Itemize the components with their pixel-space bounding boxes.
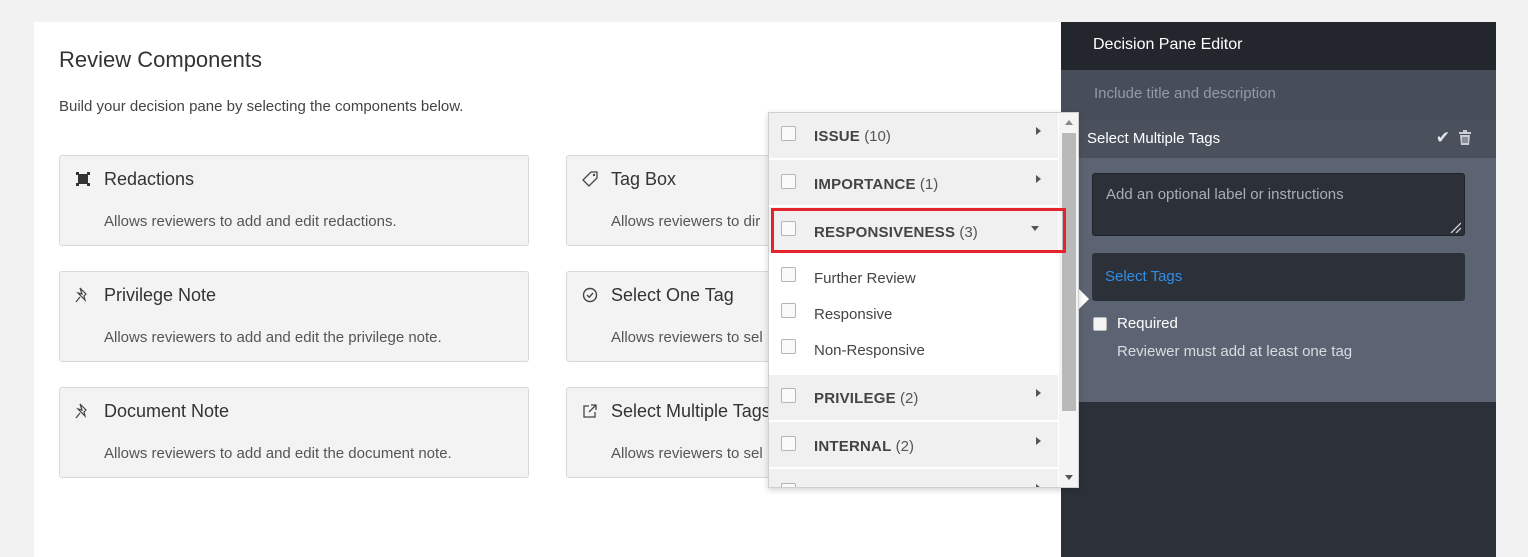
tag-category-privilege[interactable]: PRIVILEGE (2) — [769, 375, 1058, 421]
expand-arrow-icon[interactable] — [1036, 175, 1041, 183]
redaction-icon — [74, 170, 92, 188]
component-description: Allows reviewers to add and edit redacti… — [104, 213, 397, 230]
select-tags-label: Select Tags — [1105, 268, 1183, 285]
page-description: Build your decision pane by selecting th… — [59, 98, 464, 115]
tag-dropdown: ISSUE (10) IMPORTANCE (1) RESPONSIVENESS… — [768, 112, 1079, 488]
component-description: Allows reviewers to sel — [611, 329, 763, 346]
tag-option-further-review[interactable]: Further Review — [769, 261, 1058, 297]
check-circle-icon — [581, 286, 599, 304]
component-card-privilege-note[interactable]: Privilege Note Allows reviewers to add a… — [59, 271, 529, 362]
component-description: Allows reviewers to dir — [611, 213, 761, 230]
checkbox[interactable] — [781, 303, 796, 318]
external-link-icon — [581, 402, 599, 420]
tag-category-label: IMPORTANCE (1) — [814, 176, 939, 193]
expand-arrow-icon[interactable] — [1036, 389, 1041, 397]
tag-option-responsive[interactable]: Responsive — [769, 297, 1058, 333]
dropdown-scrollbar[interactable] — [1059, 113, 1078, 487]
tag-list: ISSUE (10) IMPORTANCE (1) RESPONSIVENESS… — [769, 113, 1058, 487]
editor-header: Decision Pane Editor — [1061, 22, 1496, 70]
component-title: Privilege Note — [104, 285, 217, 305]
tag-option-label: Responsive — [814, 306, 893, 323]
trash-icon[interactable] — [1458, 130, 1472, 146]
checkbox[interactable] — [781, 126, 796, 141]
expand-arrow-icon[interactable] — [1036, 437, 1041, 445]
component-title: Tag Box — [611, 169, 677, 189]
component-card-document-note[interactable]: Document Note Allows reviewers to add an… — [59, 387, 529, 478]
component-title: Select One Tag — [611, 285, 734, 305]
required-hint: Reviewer must add at least one tag — [1117, 343, 1353, 360]
checkbox[interactable] — [781, 388, 796, 403]
required-label: Required — [1117, 315, 1178, 332]
include-title-placeholder: Include title and description — [1094, 85, 1276, 102]
component-title: Redactions — [104, 169, 195, 189]
component-title: Document Note — [104, 401, 230, 421]
checkbox[interactable] — [781, 339, 796, 354]
tag-icon — [581, 170, 599, 188]
label-instructions-placeholder: Add an optional label or instructions — [1106, 186, 1344, 203]
pin-icon — [74, 402, 92, 420]
expand-arrow-icon[interactable] — [1036, 484, 1041, 487]
decision-pane-editor: Decision Pane Editor Include title and d… — [1061, 22, 1496, 557]
scrollbar-thumb[interactable] — [1062, 133, 1076, 411]
component-description: Allows reviewers to add and edit the doc… — [104, 445, 452, 462]
popover-pointer — [1079, 289, 1089, 309]
tag-category-importance[interactable]: IMPORTANCE (1) — [769, 160, 1058, 206]
checkbox[interactable] — [781, 174, 796, 189]
select-tags-field[interactable]: Select Tags — [1092, 253, 1465, 301]
component-description: Allows reviewers to add and edit the pri… — [104, 329, 442, 346]
expand-arrow-icon[interactable] — [1036, 127, 1041, 135]
tag-option-label: Further Review — [814, 270, 916, 287]
scroll-up-icon[interactable] — [1065, 120, 1073, 125]
pin-icon — [74, 286, 92, 304]
tag-category-internal[interactable]: INTERNAL (2) — [769, 422, 1058, 468]
tag-option-label: Non-Responsive — [814, 342, 925, 359]
include-title-row[interactable]: Include title and description — [1061, 70, 1496, 120]
page-title: Review Components — [59, 47, 262, 72]
resize-handle-icon[interactable] — [1449, 220, 1462, 234]
tag-category-label: ISSUE (10) — [814, 128, 891, 145]
component-card-select-multiple-tags[interactable]: Select Multiple Tags Allows reviewers to… — [566, 387, 802, 478]
label-instructions-input[interactable]: Add an optional label or instructions — [1092, 173, 1465, 236]
checkmark-icon[interactable]: ✔ — [1436, 128, 1450, 148]
checkbox[interactable] — [781, 483, 796, 487]
tag-category-issue[interactable]: ISSUE (10) — [769, 113, 1058, 159]
component-card-tag-box[interactable]: Tag Box Allows reviewers to dir — [566, 155, 802, 246]
component-editor-header: Select Multiple Tags ✔ — [1079, 120, 1496, 158]
responsiveness-highlight-box — [771, 208, 1066, 253]
required-checkbox[interactable] — [1093, 317, 1107, 331]
tag-category-label: PRIVILEGE (2) — [814, 390, 919, 407]
component-title: Select Multiple Tags — [611, 401, 771, 421]
scroll-down-icon[interactable] — [1065, 475, 1073, 480]
editor-title: Decision Pane Editor — [1093, 36, 1243, 53]
checkbox[interactable] — [781, 267, 796, 282]
tag-option-non-responsive[interactable]: Non-Responsive — [769, 333, 1058, 369]
checkbox[interactable] — [781, 436, 796, 451]
component-description: Allows reviewers to sel — [611, 445, 763, 462]
component-card-redactions[interactable]: Redactions Allows reviewers to add and e… — [59, 155, 529, 246]
component-card-select-one-tag[interactable]: Select One Tag Allows reviewers to sel — [566, 271, 802, 362]
tag-category-label: INTERNAL (2) — [814, 438, 914, 455]
component-editor-title: Select Multiple Tags — [1087, 130, 1221, 147]
component-editor: Select Multiple Tags ✔ Add an optional l… — [1079, 120, 1496, 402]
tag-category-partial[interactable] — [769, 469, 1058, 487]
